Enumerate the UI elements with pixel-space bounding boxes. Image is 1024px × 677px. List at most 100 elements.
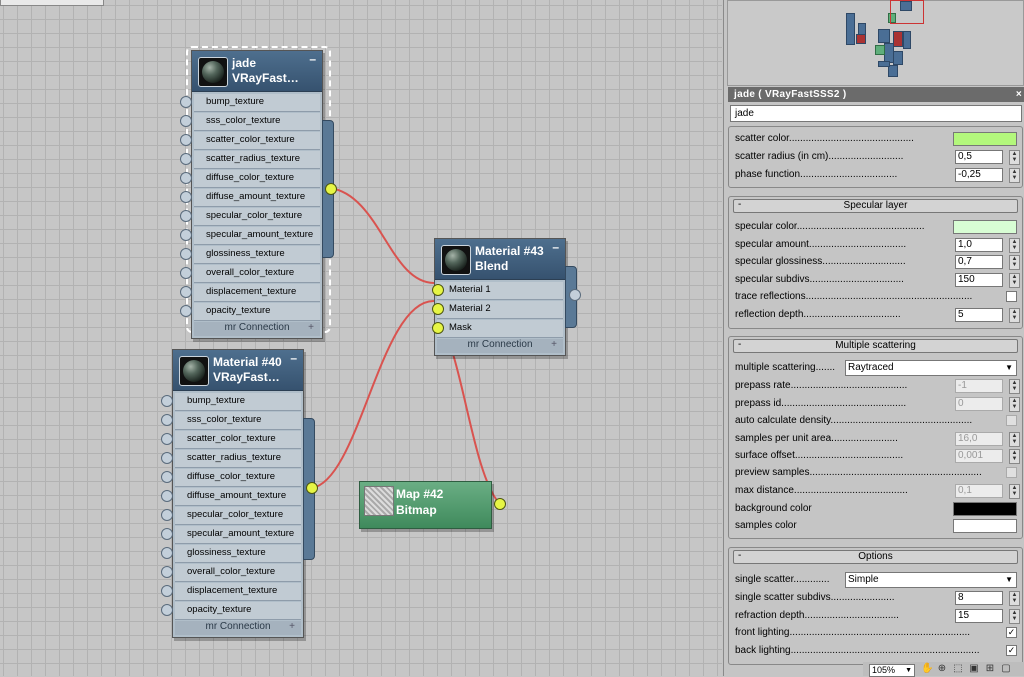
slot-row[interactable]: Material 2 bbox=[432, 301, 563, 319]
input-socket-icon[interactable] bbox=[161, 604, 173, 616]
samples-color-swatch[interactable] bbox=[953, 519, 1017, 533]
single-scatter-subdivs-field[interactable]: 8 bbox=[955, 591, 1003, 605]
collapse-icon[interactable]: – bbox=[552, 240, 559, 254]
single-scatter-dropdown[interactable]: Simple ▼ bbox=[845, 572, 1017, 588]
node-header[interactable]: jade VRayFast… – bbox=[192, 51, 322, 92]
specular-amount-field[interactable]: 1,0 bbox=[955, 238, 1003, 252]
zoom-region-icon[interactable]: ⬚ bbox=[953, 664, 963, 674]
slot-row[interactable]: specular_amount_texture bbox=[161, 526, 301, 544]
slot-row[interactable]: overall_color_texture bbox=[161, 564, 301, 582]
mr-connection-footer[interactable]: mr Connection + bbox=[194, 322, 320, 336]
node-material-43-blend[interactable]: Material #43 Blend – Material 1 Material… bbox=[432, 238, 566, 356]
slot-row[interactable]: sss_color_texture bbox=[161, 412, 301, 430]
input-socket-icon[interactable] bbox=[180, 172, 192, 184]
spinner-icon[interactable]: ▲ ▼ bbox=[1009, 168, 1020, 183]
input-socket-icon[interactable] bbox=[161, 395, 173, 407]
frame-all-icon[interactable]: ⊞ bbox=[985, 664, 995, 674]
phase-function-field[interactable]: -0,25 bbox=[955, 168, 1003, 182]
viewport-icon[interactable]: ▢ bbox=[1001, 664, 1011, 674]
spinner-icon[interactable]: ▲ ▼ bbox=[1009, 150, 1020, 165]
spinner-icon[interactable]: ▲ ▼ bbox=[1009, 591, 1020, 606]
max-distance-field[interactable]: 0,1 bbox=[955, 484, 1003, 498]
slot-row[interactable]: bump_texture bbox=[180, 94, 320, 112]
minimap-viewport-frame[interactable] bbox=[890, 0, 924, 24]
input-socket-icon[interactable] bbox=[161, 490, 173, 502]
slot-row[interactable]: opacity_texture bbox=[161, 602, 301, 620]
input-socket-icon[interactable] bbox=[161, 433, 173, 445]
reflection-depth-field[interactable]: 5 bbox=[955, 308, 1003, 322]
input-socket-icon[interactable] bbox=[161, 585, 173, 597]
input-socket-icon[interactable] bbox=[180, 115, 192, 127]
input-socket-icon[interactable] bbox=[180, 286, 192, 298]
spinner-icon[interactable]: ▲ ▼ bbox=[1009, 484, 1020, 499]
input-socket-icon[interactable] bbox=[180, 96, 192, 108]
spinner-icon[interactable]: ▲ ▼ bbox=[1009, 255, 1020, 270]
spinner-icon[interactable]: ▲ ▼ bbox=[1009, 273, 1020, 288]
spinner-icon[interactable]: ▲ ▼ bbox=[1009, 308, 1020, 323]
node-map-42-bitmap[interactable]: Map #42 Bitmap bbox=[359, 481, 492, 529]
spinner-icon[interactable]: ▲ ▼ bbox=[1009, 397, 1020, 412]
slot-row[interactable]: Material 1 bbox=[432, 282, 563, 300]
slot-row[interactable]: diffuse_amount_texture bbox=[161, 488, 301, 506]
input-socket-icon[interactable] bbox=[161, 509, 173, 521]
specular-layer-header[interactable]: - Specular layer bbox=[733, 199, 1018, 213]
node-material-40[interactable]: Material #40 VRayFast… – bump_texture ss… bbox=[161, 349, 304, 638]
input-socket-icon[interactable] bbox=[161, 452, 173, 464]
slot-row[interactable]: diffuse_amount_texture bbox=[180, 189, 320, 207]
slot-row[interactable]: displacement_texture bbox=[180, 284, 320, 302]
input-socket-icon[interactable] bbox=[432, 284, 444, 296]
output-socket-icon[interactable] bbox=[306, 482, 318, 494]
specular-subdivs-field[interactable]: 150 bbox=[955, 273, 1003, 287]
auto-calculate-density-checkbox[interactable] bbox=[1006, 415, 1017, 426]
slot-row[interactable]: sss_color_texture bbox=[180, 113, 320, 131]
input-socket-icon[interactable] bbox=[432, 322, 444, 334]
input-socket-icon[interactable] bbox=[180, 134, 192, 146]
slot-row[interactable]: specular_color_texture bbox=[161, 507, 301, 525]
input-socket-icon[interactable] bbox=[161, 566, 173, 578]
input-socket-icon[interactable] bbox=[161, 528, 173, 540]
input-socket-icon[interactable] bbox=[161, 547, 173, 559]
spinner-icon[interactable]: ▲ ▼ bbox=[1009, 432, 1020, 447]
scatter-radius-field[interactable]: 0,5 bbox=[955, 150, 1003, 164]
multiple-scattering-header[interactable]: - Multiple scattering bbox=[733, 339, 1018, 353]
slot-row[interactable]: overall_color_texture bbox=[180, 265, 320, 283]
output-socket-icon[interactable] bbox=[494, 498, 506, 510]
pan-hand-icon[interactable]: ✋ bbox=[921, 664, 933, 674]
slot-row[interactable]: scatter_color_texture bbox=[161, 431, 301, 449]
back-lighting-checkbox[interactable]: ✓ bbox=[1006, 645, 1017, 656]
surface-offset-field[interactable]: 0,001 bbox=[955, 449, 1003, 463]
slot-row[interactable]: bump_texture bbox=[161, 393, 301, 411]
slot-row[interactable]: glossiness_texture bbox=[161, 545, 301, 563]
front-lighting-checkbox[interactable]: ✓ bbox=[1006, 627, 1017, 638]
input-socket-icon[interactable] bbox=[180, 248, 192, 260]
refraction-depth-field[interactable]: 15 bbox=[955, 609, 1003, 623]
input-socket-icon[interactable] bbox=[180, 210, 192, 222]
expand-plus-icon[interactable]: + bbox=[289, 621, 295, 632]
output-socket-icon[interactable] bbox=[569, 289, 581, 301]
prepass-rate-field[interactable]: -1 bbox=[955, 379, 1003, 393]
mr-connection-footer[interactable]: mr Connection + bbox=[175, 621, 301, 635]
expand-plus-icon[interactable]: + bbox=[551, 339, 557, 350]
expand-plus-icon[interactable]: + bbox=[308, 322, 314, 333]
samples-per-unit-area-field[interactable]: 16,0 bbox=[955, 432, 1003, 446]
slot-row[interactable]: Mask bbox=[432, 320, 563, 338]
slate-material-editor-view[interactable]: jade VRayFast… – bump_texture sss_color_… bbox=[0, 0, 722, 676]
input-socket-icon[interactable] bbox=[180, 267, 192, 279]
zoom-icon[interactable]: ⊕ bbox=[937, 664, 947, 674]
mr-connection-footer[interactable]: mr Connection + bbox=[437, 339, 563, 353]
slot-row[interactable]: displacement_texture bbox=[161, 583, 301, 601]
spinner-icon[interactable]: ▲ ▼ bbox=[1009, 449, 1020, 464]
output-socket-icon[interactable] bbox=[325, 183, 337, 195]
navigator-minimap[interactable] bbox=[727, 0, 1024, 86]
slot-row[interactable]: scatter_radius_texture bbox=[180, 151, 320, 169]
input-socket-icon[interactable] bbox=[180, 153, 192, 165]
prepass-id-field[interactable]: 0 bbox=[955, 397, 1003, 411]
options-header[interactable]: - Options bbox=[733, 550, 1018, 564]
input-socket-icon[interactable] bbox=[161, 414, 173, 426]
slot-row[interactable]: opacity_texture bbox=[180, 303, 320, 321]
specular-glossiness-field[interactable]: 0,7 bbox=[955, 255, 1003, 269]
spinner-icon[interactable]: ▲ ▼ bbox=[1009, 379, 1020, 394]
node-jade[interactable]: jade VRayFast… – bump_texture sss_color_… bbox=[180, 50, 323, 339]
slot-row[interactable]: specular_amount_texture bbox=[180, 227, 320, 245]
slot-row[interactable]: specular_color_texture bbox=[180, 208, 320, 226]
